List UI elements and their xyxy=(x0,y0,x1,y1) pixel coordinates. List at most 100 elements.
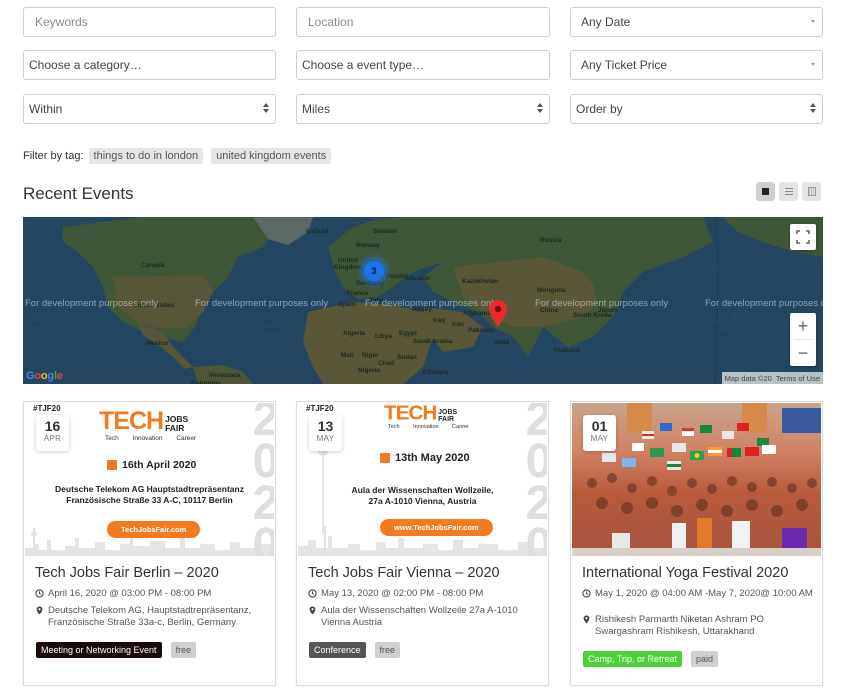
events-page: Keywords Location Any Date Choose a cate… xyxy=(0,0,857,690)
map-label: Chad xyxy=(378,360,395,367)
ocean-label: North Atlantic Ocean xyxy=(251,309,286,334)
event-badges: Conference free xyxy=(309,642,401,658)
poster-address-line: Aula der Wissenschaften Wollzeile, xyxy=(351,485,494,495)
poster-address: Aula der Wissenschaften Wollzeile, 27a A-… xyxy=(298,485,547,507)
event-price-badge: paid xyxy=(691,651,719,667)
date-select[interactable]: Any Date xyxy=(570,7,823,37)
map-label: Venezuela xyxy=(209,372,241,379)
terms-of-use-link[interactable]: Terms of Use xyxy=(776,374,820,383)
map-watermark: For development purposes only xyxy=(705,298,823,309)
map-pin-icon[interactable] xyxy=(489,300,507,327)
map-label: Libya xyxy=(375,333,392,340)
location-placeholder: Location xyxy=(308,15,354,29)
caret-down-icon xyxy=(811,20,815,23)
poster-address-line: Französische Straße 33 A-C, 10117 Berlin xyxy=(66,495,233,505)
event-month: APR xyxy=(43,434,62,443)
ocean-label: Pacific Ocean xyxy=(23,312,49,328)
map-watermark: For development purposes only xyxy=(365,298,499,309)
poster-website-button: www.TechJobsFair.com xyxy=(380,519,493,536)
event-category-badge[interactable]: Meeting or Networking Event xyxy=(36,642,162,658)
poster-logo: TECH JOBS FAIR xyxy=(99,409,188,434)
grid-icon xyxy=(762,188,769,195)
event-address: Aula der Wissenschaften Wollzeile 27a A-… xyxy=(321,605,518,628)
clock-icon xyxy=(35,589,44,598)
map-label: Kazakhstan xyxy=(462,278,499,285)
poster-date-text: 13th May 2020 xyxy=(395,452,470,464)
event-image[interactable]: 2020 #TJF20 TECH JOBS FAIR Tech Innovatio… xyxy=(298,403,547,556)
within-select[interactable]: Within xyxy=(23,94,276,124)
poster-tagline: Tech Innovation Career xyxy=(388,424,469,430)
event-price-badge: free xyxy=(374,642,401,658)
map-label: Thailand xyxy=(553,347,580,354)
poster-address-line: 27a A-1010 Vienna, Austria xyxy=(368,496,477,506)
map-cluster-marker[interactable]: 3 xyxy=(364,261,384,281)
logo-fair: FAIR xyxy=(165,422,185,433)
google-logo[interactable]: Google xyxy=(26,370,63,382)
location-input[interactable]: Location xyxy=(296,7,550,37)
select-arrows-icon xyxy=(537,103,543,115)
calendar-view-button[interactable] xyxy=(802,182,821,201)
event-title[interactable]: International Yoga Festival 2020 xyxy=(582,565,788,581)
event-image[interactable]: 2020 #TJF20 TECH JOBS FAIR Tech Innovatio… xyxy=(25,403,274,556)
event-datetime: April 16, 2020 @ 03:00 PM - 08:00 PM xyxy=(35,588,267,600)
order-by-select[interactable]: Order by xyxy=(570,94,823,124)
events-map[interactable]: Iceland Sweden Norway United Kingdom Ger… xyxy=(23,217,823,384)
map-fullscreen-button[interactable] xyxy=(790,224,816,250)
event-location: Aula der Wissenschaften Wollzeile 27a A-… xyxy=(308,605,540,629)
list-view-button[interactable] xyxy=(779,182,798,201)
map-label: Sudan xyxy=(397,354,417,361)
map-label: Poland xyxy=(386,273,408,280)
tag-chip[interactable]: united kingdom events xyxy=(211,148,332,164)
grid-view-button[interactable] xyxy=(756,182,775,201)
map-label: Iraq xyxy=(433,317,445,324)
map-marker-icon xyxy=(583,615,590,624)
map-label: Pakistan xyxy=(468,327,495,334)
units-select[interactable]: Miles xyxy=(296,94,550,124)
event-title[interactable]: Tech Jobs Fair Berlin – 2020 xyxy=(35,565,219,581)
ticket-price-select[interactable]: Any Ticket Price xyxy=(570,50,823,80)
calendar-icon xyxy=(107,460,117,470)
event-datetime: May 13, 2020 @ 02:00 PM - 08:00 PM xyxy=(308,588,540,600)
select-arrows-icon xyxy=(810,103,816,115)
event-date-badge: 13 MAY xyxy=(309,415,342,451)
map-label: Saudi Arabia xyxy=(413,338,453,345)
event-type-placeholder: Choose a event type… xyxy=(302,58,425,72)
map-label: Colombia xyxy=(191,380,221,384)
map-data-credit: Map data ©20 xyxy=(724,373,772,383)
map-label: United Kingdom xyxy=(333,257,363,271)
category-select[interactable]: Choose a category… xyxy=(23,50,276,80)
logo-fair: FAIR xyxy=(438,414,455,423)
event-type-select[interactable]: Choose a event type… xyxy=(296,50,550,80)
section-title: Recent Events xyxy=(23,184,134,203)
event-address: Rishikesh Parmarth Niketan Ashram PO Swa… xyxy=(595,614,764,637)
map-label: Egypt xyxy=(399,330,418,337)
zoom-out-button[interactable]: − xyxy=(790,340,816,366)
map-label: Russia xyxy=(540,237,562,244)
clock-icon xyxy=(308,589,317,598)
zoom-in-button[interactable]: + xyxy=(790,313,816,339)
logo-tech: TECH xyxy=(384,403,437,425)
event-category-badge[interactable]: Camp, Trip, or Retreat xyxy=(583,651,683,667)
date-select-value: Any Date xyxy=(581,15,631,29)
fullscreen-icon xyxy=(796,230,810,244)
event-category-badge[interactable]: Conference xyxy=(309,642,366,658)
event-location: Rishikesh Parmarth Niketan Ashram PO Swa… xyxy=(582,614,814,638)
event-datetime: May 1, 2020 @ 04:00 AM -May 7, 2020@ 10:… xyxy=(582,588,814,600)
map-label: Mexico xyxy=(146,340,169,347)
map-label: Nigeria xyxy=(358,367,381,374)
map-label: Iran xyxy=(452,321,464,328)
list-icon xyxy=(784,188,793,195)
poster-date: 16th April 2020 xyxy=(107,459,196,471)
event-card[interactable]: 2020 #TJF20 TECH JOBS FAIR Tech Innovatio… xyxy=(23,401,276,686)
event-day: 13 xyxy=(317,418,334,434)
category-placeholder: Choose a category… xyxy=(29,58,142,72)
tag-chip[interactable]: things to do in london xyxy=(88,148,204,164)
event-image[interactable]: 01 MAY xyxy=(572,403,821,556)
event-datetime-text: April 16, 2020 @ 03:00 PM - 08:00 PM xyxy=(48,588,212,599)
event-badges: Camp, Trip, or Retreat paid xyxy=(583,651,719,667)
event-title[interactable]: Tech Jobs Fair Vienna – 2020 xyxy=(308,565,500,581)
event-card[interactable]: 2020 #TJF20 TECH JOBS FAIR Tech Innovatio… xyxy=(296,401,549,686)
keywords-input[interactable]: Keywords xyxy=(23,7,276,37)
map-watermark: For development purposes only xyxy=(195,298,329,309)
event-card[interactable]: 01 MAY International Yoga Festival 2020 … xyxy=(570,401,823,686)
